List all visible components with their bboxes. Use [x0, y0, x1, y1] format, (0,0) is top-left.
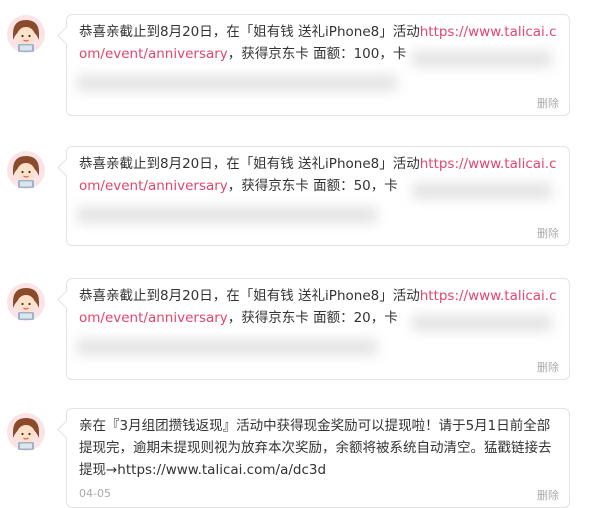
message-prefix: 恭喜亲截止到8月20日，在「姐有钱 送礼iPhone8」活动	[79, 24, 420, 40]
message-suffix: ，获得京东卡 面额：100，卡	[227, 46, 407, 62]
delete-button[interactable]: 删除	[537, 95, 559, 111]
message-suffix: ，获得京东卡 面额：20，卡	[227, 310, 398, 326]
redacted-card-info	[412, 315, 552, 331]
redacted-card-info	[77, 207, 377, 223]
delete-button[interactable]: 删除	[537, 225, 559, 241]
redacted-card-info	[412, 51, 552, 67]
delete-button[interactable]: 删除	[537, 359, 559, 375]
redacted-card-info	[77, 75, 397, 91]
message-suffix: ，获得京东卡 面额：50，卡	[227, 178, 398, 194]
message-bubble: 恭喜亲截止到8月20日，在「姐有钱 送礼iPhone8」活动https://ww…	[66, 14, 570, 116]
message-prefix: 恭喜亲截止到8月20日，在「姐有钱 送礼iPhone8」活动	[79, 288, 420, 304]
message-bubble: 亲在『3月组团攒钱返现』活动中获得现金奖励可以提现啦！请于5月1日前全部提现完，…	[66, 408, 570, 508]
message-prefix: 恭喜亲截止到8月20日，在「姐有钱 送礼iPhone8」活动	[79, 156, 420, 172]
message-text: 亲在『3月组团攒钱返现』活动中获得现金奖励可以提现啦！请于5月1日前全部提现完，…	[79, 418, 552, 478]
message-date: 04-05	[79, 487, 111, 500]
girl-avatar-icon	[6, 14, 46, 54]
message-bubble: 恭喜亲截止到8月20日，在「姐有钱 送礼iPhone8」活动https://ww…	[66, 278, 570, 380]
girl-avatar-icon	[6, 282, 46, 322]
redacted-card-info	[77, 339, 377, 355]
message-bubble: 恭喜亲截止到8月20日，在「姐有钱 送礼iPhone8」活动https://ww…	[66, 146, 570, 246]
delete-button[interactable]: 删除	[537, 487, 559, 503]
girl-avatar-icon	[6, 150, 46, 190]
redacted-card-info	[412, 183, 552, 199]
girl-avatar-icon	[6, 412, 46, 452]
